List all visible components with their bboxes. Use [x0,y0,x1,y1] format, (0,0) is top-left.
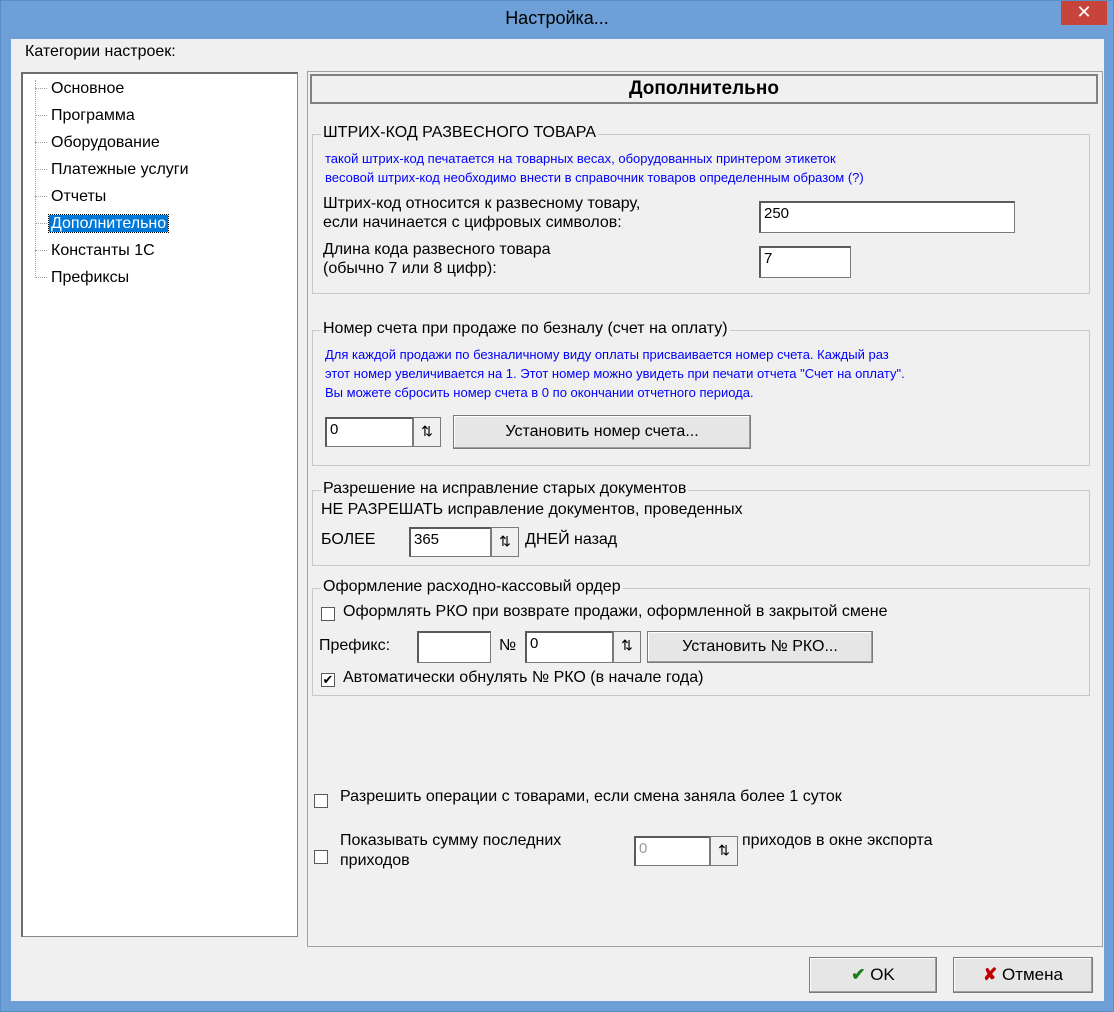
old-docs-before-label: БОЛЕЕ [321,531,376,548]
rko-prefix-input[interactable] [417,631,491,663]
show-sum-label-1: Показывать сумму последних [340,832,562,849]
close-icon: ✕ [1076,2,1092,22]
barcode-length-label-1: Длина кода развесного товара [323,241,551,258]
sidebar-item-programma[interactable]: Программа [35,105,137,127]
rko-number-sign: № [499,637,517,654]
barcode-prefix-label-1: Штрих-код относится к развесному товару, [323,195,641,212]
title-bar: Настройка... ✕ [1,1,1113,39]
invoice-number-input[interactable]: 0 [325,417,413,447]
show-sum-label-3: приходов [340,852,410,869]
barcode-hint-2: весовой штрих-код необходимо внести в сп… [325,170,864,185]
spinner-icon[interactable]: ⇅ [613,631,641,663]
old-docs-line: НЕ РАЗРЕШАТЬ исправление документов, про… [321,501,743,518]
categories-label: Категории настроек: [25,43,176,60]
invoice-group-title: Номер счета при продаже по безналу (счет… [321,320,730,338]
ok-button[interactable]: ✔ OK [809,957,937,993]
show-sum-input[interactable]: 0 [634,836,710,866]
sidebar-item-oborudovanie[interactable]: Оборудование [35,132,162,154]
sidebar-item-constants-1c[interactable]: Константы 1С [35,240,157,262]
close-button[interactable]: ✕ [1061,1,1107,25]
set-rko-number-button[interactable]: Установить № РКО... [647,631,873,663]
barcode-prefix-label-2: если начинается с цифровых символов: [323,214,622,231]
invoice-hint-3: Вы можете сбросить номер счета в 0 по ок… [325,385,754,400]
sidebar-item-payments[interactable]: Платежные услуги [35,159,191,181]
settings-window: Настройка... ✕ Категории настроек: Основ… [0,0,1114,1012]
rko-number-input[interactable]: 0 [525,631,613,663]
barcode-length-input[interactable]: 7 [759,246,851,278]
sidebar-item-osnovnoe[interactable]: Основное [35,78,126,100]
page-title: Дополнительно [310,74,1098,104]
old-docs-group-title: Разрешение на исправление старых докумен… [321,480,689,498]
barcode-prefix-input[interactable]: 250 [759,201,1015,233]
set-invoice-number-button[interactable]: Установить номер счета... [453,415,751,449]
allow-ops-label: Разрешить операции с товарами, если смен… [340,788,842,805]
dialog-body: Категории настроек: Основное Программа О… [11,39,1104,1001]
spinner-icon[interactable]: ⇅ [710,836,738,866]
old-docs-group: Разрешение на исправление старых докумен… [312,480,1090,566]
rko-group: Оформление расходно-кассовый ордер Оформ… [312,578,1090,696]
cancel-button[interactable]: ✘ Отмена [953,957,1093,993]
spinner-icon[interactable]: ⇅ [413,417,441,447]
barcode-hint-1: такой штрих-код печатается на товарных в… [325,151,836,166]
sidebar-item-additional[interactable]: Дополнительно [35,213,170,235]
rko-auto-reset-label: Автоматически обнулять № РКО (в начале г… [343,669,704,686]
rko-prefix-label: Префикс: [319,637,391,654]
categories-tree[interactable]: Основное Программа Оборудование Платежны… [21,72,298,937]
spinner-icon[interactable]: ⇅ [491,527,519,557]
settings-panel: Дополнительно ШТРИХ-КОД РАЗВЕСНОГО ТОВАР… [307,71,1103,947]
show-sum-label-2: приходов в окне экспорта [742,832,933,849]
barcode-group-title: ШТРИХ-КОД РАЗВЕСНОГО ТОВАРА [321,124,599,142]
rko-return-label: Оформлять РКО при возврате продажи, офор… [343,603,888,620]
sidebar-item-reports[interactable]: Отчеты [35,186,108,208]
rko-return-checkbox[interactable] [321,607,335,621]
cross-icon: ✘ [983,965,998,984]
rko-group-title: Оформление расходно-кассовый ордер [321,578,623,596]
show-sum-checkbox[interactable] [314,850,328,864]
checkmark-icon: ✔ [851,965,866,984]
invoice-hint-2: этот номер увеличивается на 1. Этот номе… [325,366,905,381]
barcode-group: ШТРИХ-КОД РАЗВЕСНОГО ТОВАРА такой штрих-… [312,124,1090,294]
old-docs-days-input[interactable]: 365 [409,527,491,557]
allow-ops-checkbox[interactable] [314,794,328,808]
invoice-group: Номер счета при продаже по безналу (счет… [312,320,1090,466]
invoice-hint-1: Для каждой продажи по безналичному виду … [325,347,889,362]
sidebar-item-prefixes[interactable]: Префиксы [35,267,131,289]
barcode-length-label-2: (обычно 7 или 8 цифр): [323,260,497,277]
window-title: Настройка... [505,8,609,28]
rko-auto-reset-checkbox[interactable]: ✔ [321,673,335,687]
old-docs-after-label: ДНЕЙ назад [525,531,618,548]
